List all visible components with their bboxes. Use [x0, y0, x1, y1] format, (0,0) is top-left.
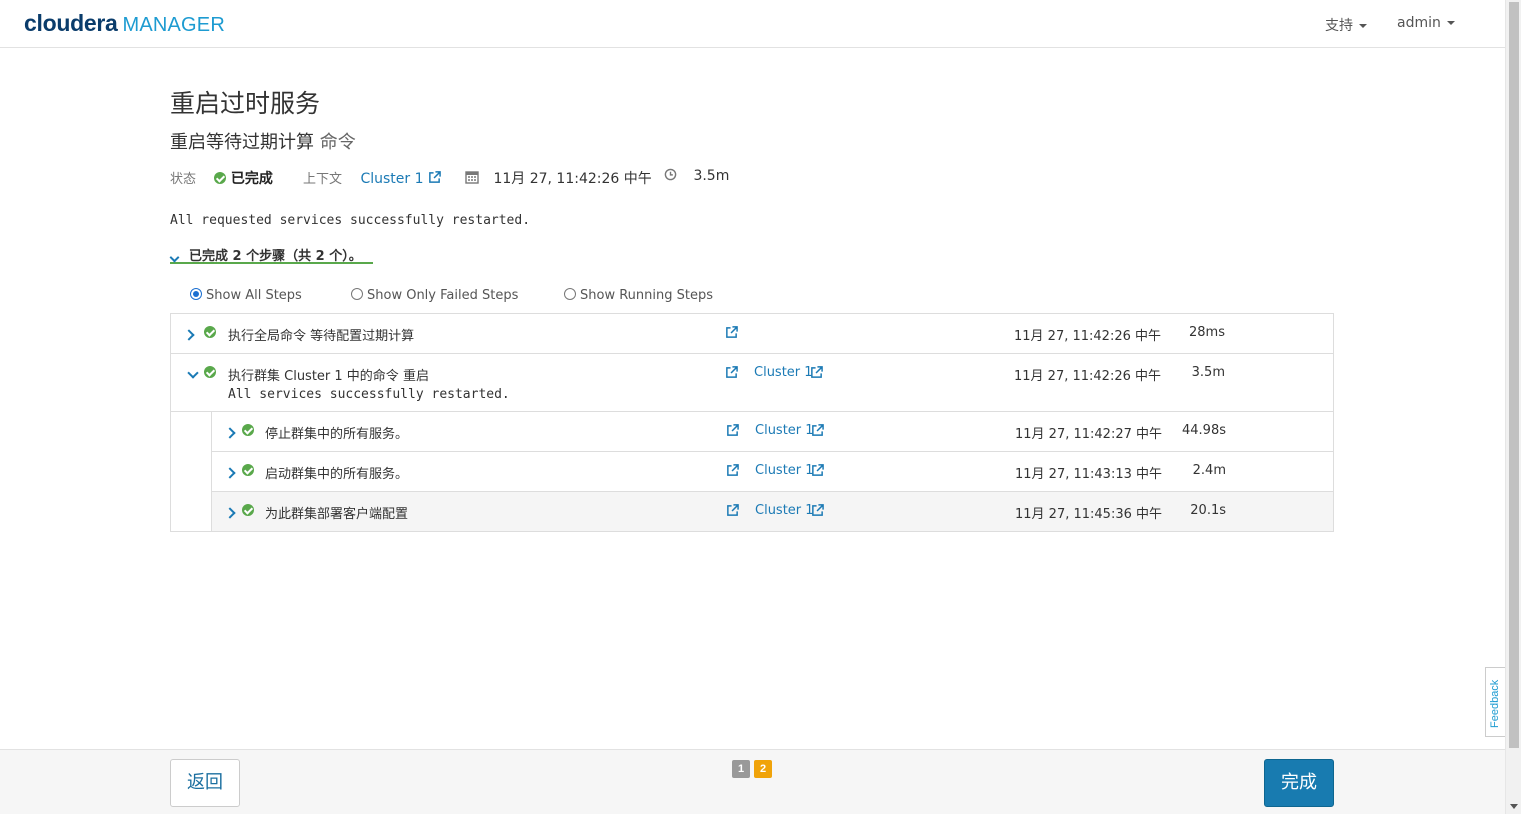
external-link-icon[interactable]	[811, 504, 824, 517]
command-suffix: 命令	[319, 132, 356, 153]
logo-product: MANAGER	[122, 14, 225, 36]
success-check-icon	[242, 424, 254, 439]
date-value: 11月 27, 11:42:26 中午	[493, 171, 652, 187]
context-cluster-link[interactable]: Cluster 1	[360, 171, 423, 187]
table-row[interactable]: 停止群集中的所有服务。 Cluster 1 11月 27, 11:42:27 中…	[211, 412, 1333, 452]
expand-chevron-icon[interactable]	[224, 426, 236, 441]
collapse-chevron-icon[interactable]	[187, 366, 199, 381]
success-check-icon	[204, 326, 216, 341]
steps-table: 执行全局命令 等待配置过期计算 11月 27, 11:42:26 中午 28ms…	[170, 313, 1334, 532]
filter-failed-steps[interactable]: Show Only Failed Steps	[351, 288, 518, 303]
filter-label: Show All Steps	[206, 288, 302, 303]
step-name: 执行全局命令 等待配置过期计算	[228, 329, 415, 344]
external-link-icon[interactable]	[810, 366, 823, 379]
user-menu[interactable]: admin	[1397, 15, 1455, 31]
step-name: 执行群集 Cluster 1 中的命令 重启	[228, 369, 429, 384]
step-context-link[interactable]: Cluster 1	[755, 503, 814, 518]
step-indicator-1[interactable]: 1	[732, 760, 750, 778]
feedback-label: Feedback	[1489, 679, 1501, 728]
external-link-icon[interactable]	[811, 464, 824, 477]
status-label: 状态	[170, 172, 197, 187]
step-name: 启动群集中的所有服务。	[265, 467, 409, 482]
step-name: 为此群集部署客户端配置	[265, 507, 409, 522]
table-row[interactable]: 执行全局命令 等待配置过期计算 11月 27, 11:42:26 中午 28ms	[171, 314, 1333, 354]
step-time: 11月 27, 11:45:36 中午	[1015, 507, 1162, 522]
filter-label: Show Running Steps	[580, 288, 713, 303]
external-link-icon[interactable]	[811, 424, 824, 437]
step-time: 11月 27, 11:42:27 中午	[1015, 427, 1162, 442]
chevron-down-icon	[169, 250, 180, 265]
duration-field: 3.5m	[664, 168, 729, 184]
caret-down-icon	[1446, 21, 1455, 25]
user-menu-label: admin	[1397, 15, 1441, 31]
step-name: 停止群集中的所有服务。	[265, 427, 409, 442]
clock-icon	[664, 168, 677, 181]
status-field: 状态 已完成	[170, 168, 273, 188]
vertical-scrollbar[interactable]	[1505, 0, 1521, 814]
step-duration: 44.98s	[1182, 423, 1226, 438]
calendar-icon	[465, 171, 479, 184]
step-indicator-2[interactable]: 2	[754, 760, 772, 778]
result-message: All requested services successfully rest…	[170, 213, 531, 228]
support-menu-label: 支持	[1325, 18, 1353, 34]
step-duration: 20.1s	[1190, 503, 1226, 518]
success-check-icon	[204, 366, 216, 381]
step-time: 11月 27, 11:42:26 中午	[1014, 369, 1161, 384]
radio-selected-icon[interactable]	[190, 288, 202, 300]
external-link-icon[interactable]	[428, 171, 441, 184]
context-field: 上下文 Cluster 1	[303, 168, 441, 187]
support-menu[interactable]: 支持	[1325, 15, 1367, 35]
cloudera-manager-logo[interactable]: cloudera MANAGER	[24, 9, 225, 39]
step-duration: 3.5m	[1191, 365, 1225, 380]
step-duration: 2.4m	[1192, 463, 1226, 478]
wizard-footer: 返回 1 2 完成	[0, 749, 1505, 814]
finish-button[interactable]: 完成	[1264, 759, 1334, 807]
filter-all-steps[interactable]: Show All Steps	[190, 288, 302, 303]
expand-chevron-icon[interactable]	[224, 466, 236, 481]
success-check-icon	[214, 172, 227, 184]
external-link-icon[interactable]	[726, 424, 739, 437]
scroll-down-arrow-icon[interactable]	[1510, 804, 1518, 809]
feedback-tab[interactable]: Feedback	[1485, 667, 1505, 737]
filter-label: Show Only Failed Steps	[367, 288, 519, 303]
logo-brand: cloudera	[24, 10, 118, 36]
step-context-link[interactable]: Cluster 1	[755, 463, 814, 478]
table-row[interactable]: 执行群集 Cluster 1 中的命令 重启 All services succ…	[171, 354, 1333, 412]
step-time: 11月 27, 11:43:13 中午	[1015, 467, 1162, 482]
status-value: 已完成	[230, 171, 273, 187]
steps-summary-text: 已完成 2 个步骤（共 2 个）。	[189, 249, 362, 264]
step-message: All services successfully restarted.	[228, 387, 510, 402]
filter-running-steps[interactable]: Show Running Steps	[564, 288, 713, 303]
step-context-link[interactable]: Cluster 1	[755, 423, 814, 438]
external-link-icon[interactable]	[725, 366, 738, 379]
external-link-icon[interactable]	[725, 326, 738, 339]
date-field: 11月 27, 11:42:26 中午	[465, 168, 652, 188]
step-context-link[interactable]: Cluster 1	[754, 365, 813, 380]
command-subtitle: 重启等待过期计算 命令	[170, 128, 356, 154]
success-check-icon	[242, 504, 254, 519]
steps-summary-toggle[interactable]: 已完成 2 个步骤（共 2 个）。	[169, 244, 373, 265]
step-time: 11月 27, 11:42:26 中午	[1014, 329, 1161, 344]
duration-value: 3.5m	[693, 168, 730, 184]
external-link-icon[interactable]	[726, 504, 739, 517]
expand-chevron-icon[interactable]	[224, 506, 236, 521]
back-button[interactable]: 返回	[170, 759, 240, 807]
external-link-icon[interactable]	[726, 464, 739, 477]
step-duration: 28ms	[1189, 325, 1225, 340]
context-label: 上下文	[303, 172, 343, 187]
top-navbar: cloudera MANAGER 支持 admin	[0, 0, 1505, 48]
scrollbar-thumb[interactable]	[1509, 2, 1519, 748]
command-name: 重启等待过期计算	[170, 132, 314, 153]
table-row[interactable]: 启动群集中的所有服务。 Cluster 1 11月 27, 11:43:13 中…	[211, 452, 1333, 492]
table-row[interactable]: 为此群集部署客户端配置 Cluster 1 11月 27, 11:45:36 中…	[211, 492, 1333, 531]
page-title: 重启过时服务	[170, 89, 321, 118]
success-check-icon	[242, 464, 254, 479]
caret-down-icon	[1359, 24, 1367, 28]
radio-icon[interactable]	[351, 288, 363, 300]
radio-icon[interactable]	[564, 288, 576, 300]
expand-chevron-icon[interactable]	[183, 328, 195, 343]
